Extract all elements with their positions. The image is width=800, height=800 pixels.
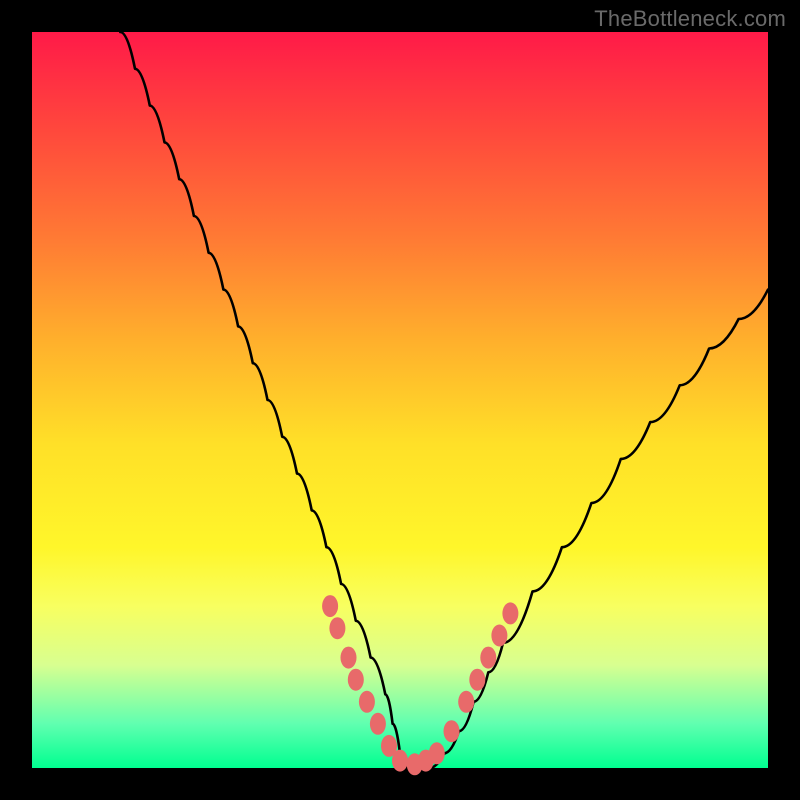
data-point (469, 669, 485, 691)
data-point (502, 602, 518, 624)
chart-frame: TheBottleneck.com (0, 0, 800, 800)
data-point (359, 691, 375, 713)
data-point (480, 647, 496, 669)
data-point (329, 617, 345, 639)
watermark-label: TheBottleneck.com (594, 6, 786, 32)
data-point (322, 595, 338, 617)
data-point (341, 647, 357, 669)
data-point (458, 691, 474, 713)
plot-area (32, 32, 768, 768)
data-point (392, 750, 408, 772)
chart-svg (32, 32, 768, 768)
data-point (429, 742, 445, 764)
data-point (444, 720, 460, 742)
data-point (348, 669, 364, 691)
data-point (370, 713, 386, 735)
data-point (491, 625, 507, 647)
curve-line (120, 32, 768, 768)
curve-dots (322, 595, 518, 775)
